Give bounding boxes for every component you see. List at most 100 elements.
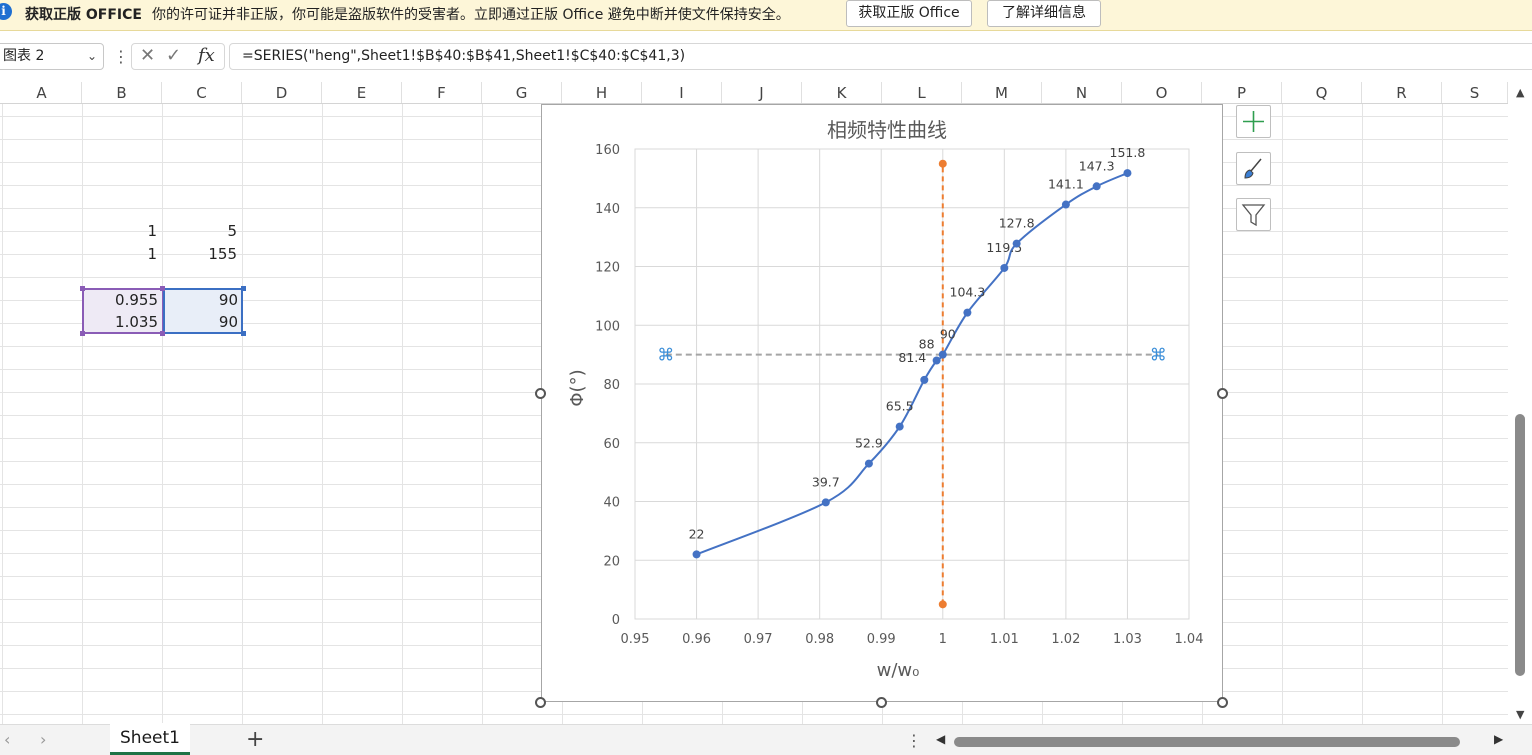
fx-icon[interactable]: fx xyxy=(198,45,215,66)
series-main-marker xyxy=(1000,263,1009,272)
y-tick-label: 20 xyxy=(603,554,620,569)
column-header-s[interactable]: S xyxy=(1442,82,1508,103)
y-tick-label: 140 xyxy=(595,202,620,217)
column-header-j[interactable]: J xyxy=(722,82,802,103)
range-handle[interactable] xyxy=(80,286,85,291)
data-label: 141.1 xyxy=(1048,177,1084,192)
warning-message: 你的许可证并非正版，你可能是盗版软件的受害者。立即通过正版 Office 避免中… xyxy=(152,7,790,23)
plus-icon xyxy=(1243,111,1264,132)
vertical-scroll-thumb[interactable] xyxy=(1515,414,1525,676)
x-tick-label: 1.01 xyxy=(990,632,1019,647)
x-tick-label: 0.95 xyxy=(621,632,650,647)
chart-resize-handle[interactable] xyxy=(535,388,546,399)
series-main-marker xyxy=(938,350,947,359)
column-header-g[interactable]: G xyxy=(482,82,562,103)
column-headers: A B C D E F G H I J K L M N O P Q R S xyxy=(0,82,1508,104)
data-label: 39.7 xyxy=(812,474,840,489)
chart-elements-button[interactable] xyxy=(1236,105,1271,138)
x-tick-label: 0.97 xyxy=(744,632,773,647)
y-tick-label: 60 xyxy=(603,437,620,452)
series-main-marker xyxy=(1123,169,1132,178)
chart-svg: 相频特性曲线 Φ(°) w/w₀ 0.95 0.96 0.97 0.98 0.99 1 1.… xyxy=(567,118,1203,681)
name-box-value: 图表 2 xyxy=(3,48,45,64)
column-header-f[interactable]: F xyxy=(402,82,482,103)
scroll-up-icon[interactable]: ▲ xyxy=(1516,86,1524,99)
data-label: 52.9 xyxy=(855,436,883,451)
info-icon: i xyxy=(0,3,12,20)
column-header-b[interactable]: B xyxy=(82,82,162,103)
get-genuine-office-button[interactable]: 获取正版 Office xyxy=(846,0,972,27)
range-handle[interactable] xyxy=(241,331,246,336)
cell-c2[interactable]: 155 xyxy=(163,243,241,265)
scroll-down-icon[interactable]: ▼ xyxy=(1516,708,1524,721)
column-header-m[interactable]: M xyxy=(962,82,1042,103)
column-header-e[interactable]: E xyxy=(322,82,402,103)
data-label: 22 xyxy=(689,526,705,541)
x-tick-label: 0.96 xyxy=(682,632,711,647)
formula-input[interactable]: =SERIES("heng",Sheet1!$B$40:$B$41,Sheet1… xyxy=(229,43,1532,70)
formula-bar: 图表 2 ⌄ ⋮ ✕ ✓ fx =SERIES("heng",Sheet1!$B… xyxy=(0,39,1532,75)
name-box[interactable]: 图表 2 ⌄ xyxy=(0,43,104,70)
sheet-tab-sheet1[interactable]: Sheet1 xyxy=(110,723,190,755)
chevron-right-icon[interactable]: › xyxy=(40,730,46,749)
y-tick-label: 120 xyxy=(595,261,620,276)
cell-c1[interactable]: 5 xyxy=(163,220,241,242)
x-tick-label: 1.03 xyxy=(1113,632,1142,647)
y-values-range-highlight[interactable] xyxy=(163,288,243,334)
column-header-k[interactable]: K xyxy=(802,82,882,103)
more-options-icon[interactable]: ⋮ xyxy=(113,47,129,66)
chevron-left-icon[interactable]: ‹ xyxy=(4,730,10,749)
series-endpoint-handle-icon: ⌘ xyxy=(1150,346,1167,366)
column-header-r[interactable]: R xyxy=(1362,82,1442,103)
range-handle[interactable] xyxy=(80,331,85,336)
cell-b2[interactable]: 1 xyxy=(83,243,161,265)
chart-resize-handle[interactable] xyxy=(876,697,887,708)
cancel-icon[interactable]: ✕ xyxy=(140,45,155,66)
data-label: 81.4 xyxy=(898,350,926,365)
scroll-left-icon[interactable]: ◀ xyxy=(936,732,945,746)
series-vertical-marker xyxy=(938,159,947,168)
series-main-marker xyxy=(895,422,904,431)
series-endpoint-handle-icon: ⌘ xyxy=(657,346,674,366)
range-handle[interactable] xyxy=(241,286,246,291)
check-icon[interactable]: ✓ xyxy=(166,45,181,66)
column-header-i[interactable]: I xyxy=(642,82,722,103)
range-handle[interactable] xyxy=(160,286,165,291)
warning-title: 获取正版 OFFICE xyxy=(25,7,142,23)
x-tick-label: 1 xyxy=(939,632,947,647)
chart-filters-button[interactable] xyxy=(1236,198,1271,231)
y-tick-label: 80 xyxy=(603,378,620,393)
data-label: 88 xyxy=(919,337,935,352)
more-options-icon[interactable]: ⋮ xyxy=(906,731,922,750)
scroll-right-icon[interactable]: ▶ xyxy=(1494,732,1503,746)
chart-resize-handle[interactable] xyxy=(1217,388,1228,399)
data-label: 65.5 xyxy=(886,399,914,414)
y-axis-title[interactable]: Φ(°) xyxy=(567,369,588,406)
chart-resize-handle[interactable] xyxy=(1217,697,1228,708)
column-header-q[interactable]: Q xyxy=(1282,82,1362,103)
chart-resize-handle[interactable] xyxy=(535,697,546,708)
column-header-l[interactable]: L xyxy=(882,82,962,103)
horizontal-scroll-thumb[interactable] xyxy=(954,737,1460,747)
column-header-c[interactable]: C xyxy=(162,82,242,103)
column-header-n[interactable]: N xyxy=(1042,82,1122,103)
x-values-range-highlight[interactable] xyxy=(82,288,164,334)
x-axis-title[interactable]: w/w₀ xyxy=(877,660,920,681)
series-main-marker xyxy=(692,550,701,559)
column-header-o[interactable]: O xyxy=(1122,82,1202,103)
license-warning-bar: i 获取正版 OFFICE 你的许可证并非正版，你可能是盗版软件的受害者。立即通… xyxy=(0,0,1532,31)
chart-styles-button[interactable] xyxy=(1236,152,1271,185)
y-tick-label: 40 xyxy=(603,496,620,511)
add-sheet-button[interactable]: + xyxy=(246,727,264,752)
learn-more-button[interactable]: 了解详细信息 xyxy=(987,0,1101,27)
series-main-marker xyxy=(1061,200,1070,209)
column-header-d[interactable]: D xyxy=(242,82,322,103)
chevron-down-icon[interactable]: ⌄ xyxy=(87,44,97,69)
column-header-p[interactable]: P xyxy=(1202,82,1282,103)
cell-b1[interactable]: 1 xyxy=(83,220,161,242)
chart-title[interactable]: 相频特性曲线 xyxy=(827,118,947,142)
chart-area[interactable]: 相频特性曲线 Φ(°) w/w₀ 0.95 0.96 0.97 0.98 0.99 1 1.… xyxy=(541,104,1223,702)
column-header-a[interactable]: A xyxy=(2,82,82,103)
range-handle[interactable] xyxy=(160,331,165,336)
column-header-h[interactable]: H xyxy=(562,82,642,103)
